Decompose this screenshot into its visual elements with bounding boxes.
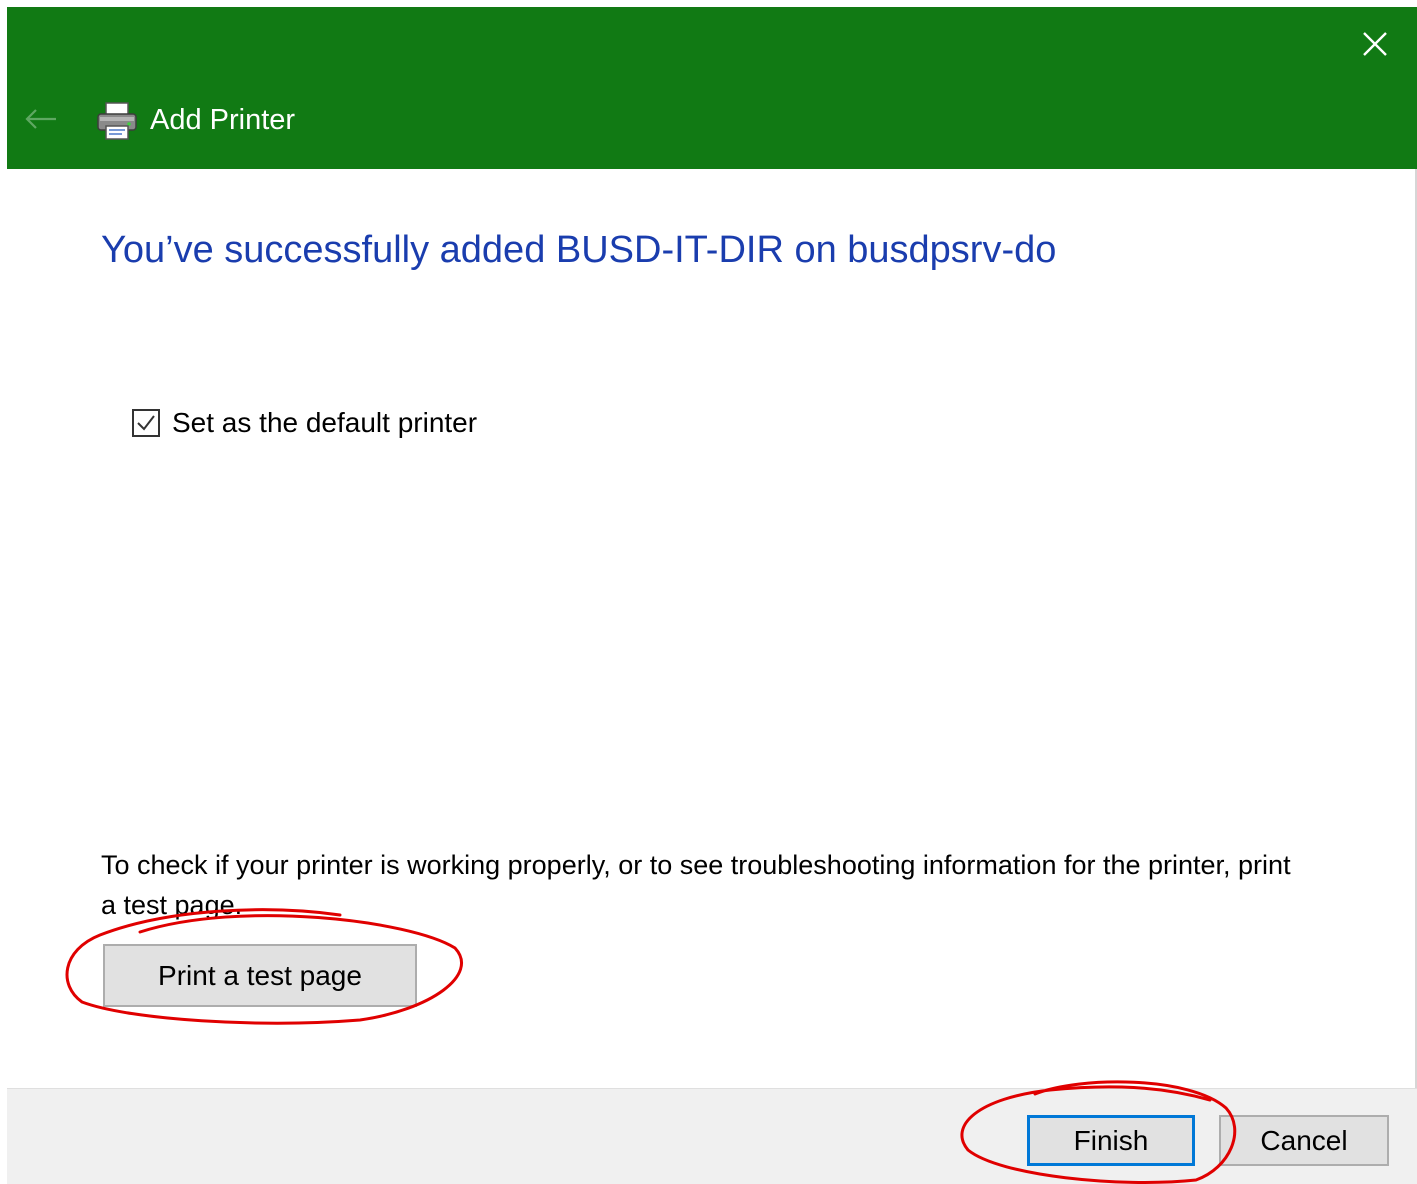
- printer-icon: [97, 102, 137, 140]
- default-printer-checkbox[interactable]: [132, 409, 160, 437]
- default-printer-option[interactable]: Set as the default printer: [132, 406, 477, 440]
- title-bar: Add Printer: [7, 7, 1417, 169]
- back-arrow-icon: [25, 109, 56, 129]
- close-icon: [1363, 32, 1387, 56]
- close-button[interactable]: [1349, 21, 1401, 67]
- print-test-page-button[interactable]: Print a test page: [103, 944, 417, 1007]
- finish-button[interactable]: Finish: [1027, 1115, 1195, 1166]
- add-printer-window: Add Printer You’ve successfully added BU…: [7, 7, 1417, 1184]
- window-title: Add Printer: [150, 104, 296, 136]
- screenshot-page: Add Printer You’ve successfully added BU…: [0, 0, 1417, 1184]
- default-printer-label: Set as the default printer: [172, 407, 478, 438]
- page-heading: You’ve successfully added BUSD-IT-DIR on…: [101, 229, 1057, 271]
- back-button[interactable]: [19, 99, 63, 139]
- footer-bar: Finish Cancel: [7, 1088, 1417, 1184]
- cancel-button[interactable]: Cancel: [1219, 1115, 1389, 1166]
- top-strip: [0, 0, 1417, 7]
- checkmark-icon: [137, 415, 155, 431]
- test-page-info: To check if your printer is working prop…: [101, 850, 1291, 920]
